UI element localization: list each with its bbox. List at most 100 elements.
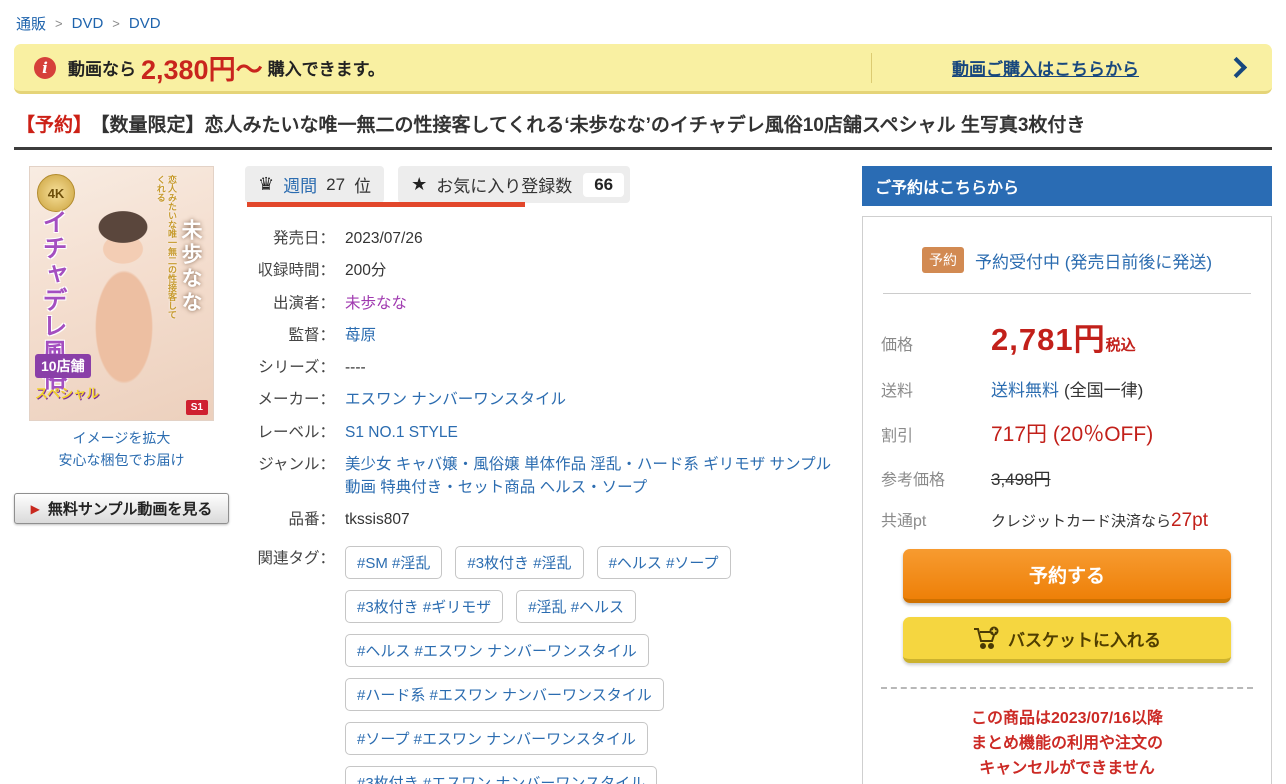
price-label: 価格: [881, 331, 991, 355]
panel-divider: [883, 293, 1251, 294]
detail-label: 監督：: [245, 324, 335, 347]
discount-label: 割引: [881, 422, 991, 446]
detail-value[interactable]: 苺原: [345, 324, 376, 347]
add-to-basket-button[interactable]: バスケットに入れる: [903, 617, 1231, 663]
related-tag[interactable]: #3枚付き #エスワン ナンバーワンスタイル: [345, 766, 657, 784]
related-tag[interactable]: #SM #淫乱: [345, 546, 442, 579]
points-text: クレジットカード決済なら: [991, 510, 1171, 531]
tag-row: #ソープ #エスワン ナンバーワンスタイル: [345, 722, 846, 755]
product-details-list: 発売日： 2023/07/26 収録時間： 200分出演者： 未歩なな監督： 苺原シリーズ…: [245, 227, 846, 532]
preorder-status-text: 予約受付中 (発売日前後に発送): [975, 248, 1212, 273]
reserve-button[interactable]: 予約する: [903, 549, 1231, 603]
video-purchase-link[interactable]: 動画ご購入はこちらから: [952, 55, 1139, 80]
order-panel-body: 予約 予約受付中 (発売日前後に発送) 価格 2,781円 税込 送料 送料無料…: [862, 216, 1272, 784]
detail-row: ジャンル：美少女 キャバ嬢・風俗嬢 単体作品 淫乱・ハード系 ギリモザ サンプル…: [245, 453, 846, 500]
cover-tagline: 恋人みたいな唯一無二の性接客してくれる: [155, 175, 178, 325]
banner-text-suffix: 購入できます。: [268, 55, 385, 80]
order-panel: ご予約はこちらから 予約 予約受付中 (発売日前後に発送) 価格 2,781円 …: [862, 166, 1272, 784]
tag-row: #3枚付き #ギリモザ #淫乱 #ヘルス: [345, 590, 846, 623]
cover-4k-badge: 4K: [37, 174, 75, 212]
breadcrumb-separator: >: [112, 16, 120, 31]
breadcrumb: 通販 > DVD > DVD: [0, 0, 1286, 44]
detail-row: 出演者： 未歩なな: [245, 292, 846, 315]
info-icon: i: [34, 57, 56, 79]
s1-logo: S1: [186, 400, 208, 415]
detail-value: 200分: [345, 259, 386, 282]
detail-row: 収録時間： 200分: [245, 259, 846, 282]
related-tags-label: 関連タグ：: [245, 546, 335, 784]
weekly-rank-link[interactable]: 週間: [283, 172, 317, 197]
detail-row: 発売日： 2023/07/26: [245, 227, 846, 250]
detail-value[interactable]: 未歩なな: [345, 292, 407, 315]
shipping-note: (全国一律): [1064, 376, 1143, 401]
breadcrumb-link-dvd[interactable]: DVD: [72, 15, 104, 32]
detail-label: 品番：: [245, 508, 335, 531]
product-page: 通販 > DVD > DVD i 動画なら 2,380円〜 購入できます。 動画…: [0, 0, 1286, 784]
cover-store-count: 10店舗: [35, 354, 91, 378]
detail-value: ----: [345, 356, 366, 379]
ranking-underline: [247, 202, 525, 207]
detail-label: 出演者：: [245, 292, 335, 315]
related-tag[interactable]: #ハード系 #エスワン ナンバーワンスタイル: [345, 678, 664, 711]
detail-value: tkssis807: [345, 508, 410, 531]
related-tag[interactable]: #3枚付き #ギリモザ: [345, 590, 503, 623]
order-panel-header: ご予約はこちらから: [862, 166, 1272, 206]
tag-row: #SM #淫乱 #3枚付き #淫乱 #ヘルス #ソープ: [345, 546, 846, 579]
cover-actress-name: 未歩なな: [175, 219, 205, 315]
free-sample-video-button[interactable]: ▶ 無料サンプル動画を見る: [14, 493, 229, 524]
detail-label: 発売日：: [245, 227, 335, 250]
detail-row: シリーズ：----: [245, 356, 846, 379]
detail-label: ジャンル：: [245, 453, 335, 500]
preorder-status-row: 予約 予約受付中 (発売日前後に発送): [881, 247, 1253, 273]
shipping-label: 送料: [881, 377, 991, 401]
banner-text-prefix: 動画なら: [68, 55, 136, 80]
breadcrumb-link-dvd-current[interactable]: DVD: [129, 15, 161, 32]
tag-row: #3枚付き #エスワン ナンバーワンスタイル: [345, 766, 846, 784]
rank-unit: 位: [354, 172, 371, 197]
points-row: 共通pt クレジットカード決済なら 27pt: [881, 507, 1253, 532]
reference-price-row: 参考価格 3,498円: [881, 465, 1253, 490]
detail-value[interactable]: S1 NO.1 STYLE: [345, 421, 458, 444]
product-cover-image[interactable]: 4K 恋人みたいな唯一無二の性接客してくれる 未歩なな イチャデレ風俗 10店舗…: [29, 166, 214, 421]
discount-value: 717円 (20％OFF): [991, 418, 1153, 448]
price-row: 価格 2,781円 税込: [881, 314, 1253, 359]
detail-value[interactable]: 美少女 キャバ嬢・風俗嬢 単体作品 淫乱・ハード系 ギリモザ サンプル動画 特典…: [345, 453, 846, 500]
breadcrumb-link-shop[interactable]: 通販: [16, 13, 46, 34]
related-tag[interactable]: #ソープ #エスワン ナンバーワンスタイル: [345, 722, 648, 755]
cover-special: スペシャル: [35, 383, 99, 402]
detail-label: 収録時間：: [245, 259, 335, 282]
favorites-count: 66: [583, 173, 624, 197]
dashed-divider: [881, 687, 1253, 689]
preorder-badge: 【予約】: [16, 115, 92, 136]
star-icon: ★: [411, 174, 427, 195]
related-tags-section: 関連タグ： #SM #淫乱 #3枚付き #淫乱 #ヘルス #ソープ #3枚付き #ギリ…: [245, 546, 846, 784]
play-icon: ▶: [31, 502, 40, 516]
banner-price: 2,380円〜: [141, 48, 263, 87]
reference-price-label: 参考価格: [881, 466, 991, 490]
related-tag[interactable]: #ヘルス #ソープ: [597, 546, 731, 579]
cancel-warning: この商品は2023/07/16以降 まとめ機能の利用や注文の キャンセルができま…: [881, 707, 1253, 781]
rank-number: 27: [326, 175, 345, 195]
related-tag[interactable]: #3枚付き #淫乱: [455, 546, 583, 579]
enlarge-image-link[interactable]: イメージを拡大: [14, 428, 229, 450]
safe-packaging-link[interactable]: 安心な梱包でお届け: [14, 450, 229, 472]
preorder-status-badge: 予約: [922, 247, 964, 273]
favorites-label: お気に入り登録数: [436, 172, 572, 197]
basket-button-label: バスケットに入れる: [1008, 626, 1161, 651]
related-tag[interactable]: #ヘルス #エスワン ナンバーワンスタイル: [345, 634, 649, 667]
detail-row: レーベル：S1 NO.1 STYLE: [245, 421, 846, 444]
banner-divider: [871, 53, 872, 83]
detail-value: 2023/07/26: [345, 227, 423, 250]
related-tag[interactable]: #淫乱 #ヘルス: [516, 590, 636, 623]
chevron-right-icon[interactable]: [1226, 57, 1247, 78]
price-value: 2,781円: [991, 314, 1106, 359]
detail-value[interactable]: エスワン ナンバーワンスタイル: [345, 388, 566, 411]
free-shipping-link[interactable]: 送料無料: [991, 376, 1059, 401]
weekly-rank-box: ♛ 週間 27 位: [245, 166, 384, 203]
points-label: 共通pt: [881, 507, 991, 531]
ranking-row: ♛ 週間 27 位 ★ お気に入り登録数 66: [245, 166, 630, 203]
detail-row: メーカー：エスワン ナンバーワンスタイル: [245, 388, 846, 411]
page-title: 【予約】【数量限定】恋人みたいな唯一無二の性接客してくれる‘未歩なな’のイチャデ…: [16, 110, 1270, 137]
related-tags-list: #SM #淫乱 #3枚付き #淫乱 #ヘルス #ソープ #3枚付き #ギリモザ #淫乱 …: [345, 546, 846, 784]
cart-plus-icon: [973, 626, 999, 650]
